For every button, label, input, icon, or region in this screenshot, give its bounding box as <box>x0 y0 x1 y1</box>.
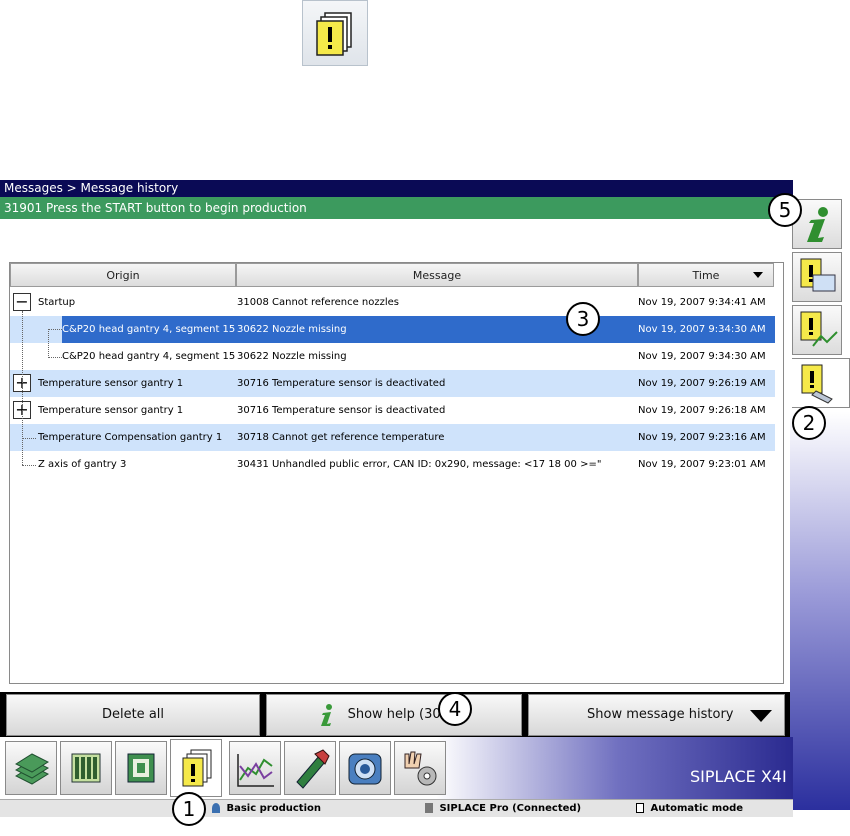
column-header-time[interactable]: Time <box>638 263 774 287</box>
table-row[interactable]: + Temperature sensor gantry 1 30716 Temp… <box>10 370 775 397</box>
row-time: Nov 19, 2007 9:23:16 AM <box>638 432 766 443</box>
row-origin: Temperature Compensation gantry 1 <box>38 432 223 443</box>
boards-icon <box>14 753 50 785</box>
mode-status: Automatic mode <box>636 800 743 817</box>
feeder-icon <box>296 749 330 789</box>
status-message: 31901 Press the START button to begin pr… <box>0 197 793 219</box>
callout-5: 5 <box>768 193 802 227</box>
message-display-tab[interactable] <box>792 252 842 302</box>
user-icon <box>212 803 220 813</box>
column-header-message[interactable]: Message <box>236 263 638 287</box>
row-time: Nov 19, 2007 9:26:18 AM <box>638 405 766 416</box>
row-origin: C&P20 head gantry 4, segment 15 <box>62 351 236 362</box>
row-time: Nov 19, 2007 9:34:30 AM <box>638 351 766 362</box>
row-message: 30622 Nozzle missing <box>237 351 347 362</box>
tree-connector <box>48 329 49 358</box>
table-row[interactable]: C&P20 head gantry 4, segment 15 30622 No… <box>10 343 775 370</box>
row-time: Nov 19, 2007 9:34:41 AM <box>638 297 766 308</box>
chart-icon <box>237 754 274 787</box>
show-help-button[interactable]: Show help (30622) <box>266 694 522 736</box>
messages-button[interactable] <box>170 739 222 797</box>
row-time: Nov 19, 2007 9:23:01 AM <box>638 459 766 470</box>
chevron-down-icon <box>750 710 772 722</box>
row-origin: Startup <box>38 297 76 308</box>
status-bar: Basic production SIPLACE Pro (Connected)… <box>0 799 793 817</box>
message-area <box>0 219 790 255</box>
setup-grid-button[interactable] <box>60 741 112 795</box>
table-row[interactable]: C&P20 head gantry 4, segment 15 30622 No… <box>62 316 775 343</box>
tree-connector <box>22 438 36 439</box>
message-history-icon <box>801 364 833 404</box>
connection-icon <box>425 803 433 813</box>
row-message: 30718 Cannot get reference temperature <box>237 432 445 443</box>
setup-grid-icon <box>71 753 101 783</box>
row-origin: Z axis of gantry 3 <box>38 459 127 470</box>
column-header-time-label: Time <box>692 269 720 282</box>
message-table: Origin Message Time − Startup 31008 Cann… <box>9 262 784 684</box>
chart-button[interactable] <box>229 741 281 795</box>
mode-status-label: Automatic mode <box>650 803 744 814</box>
callout-2: 2 <box>792 406 826 440</box>
component-button[interactable] <box>115 741 167 795</box>
table-row[interactable]: Z axis of gantry 3 30431 Unhandled publi… <box>10 451 775 478</box>
mode-icon <box>636 803 644 813</box>
connection-status-label: SIPLACE Pro (Connected) <box>439 803 582 814</box>
settings-icon <box>404 751 437 786</box>
user-status-label: Basic production <box>226 803 322 814</box>
table-row[interactable]: − Startup 31008 Cannot reference nozzles… <box>10 289 775 316</box>
feeder-button[interactable] <box>284 741 336 795</box>
delete-all-button[interactable]: Delete all <box>6 694 260 736</box>
show-history-label: Show message history <box>587 707 734 722</box>
messages-icon <box>182 749 212 787</box>
message-chart-icon <box>800 311 838 347</box>
boards-button[interactable] <box>5 741 57 795</box>
callout-4: 4 <box>438 692 472 726</box>
callout-1: 1 <box>172 792 206 826</box>
row-time: Nov 19, 2007 9:34:30 AM <box>638 324 766 335</box>
sort-arrow-icon <box>753 272 763 278</box>
table-row[interactable]: Temperature Compensation gantry 1 30718 … <box>10 424 775 451</box>
column-header-origin[interactable]: Origin <box>10 263 236 287</box>
message-history-tab[interactable] <box>792 358 850 408</box>
row-time: Nov 19, 2007 9:26:19 AM <box>638 378 766 389</box>
row-origin: Temperature sensor gantry 1 <box>38 378 184 389</box>
component-icon <box>127 753 155 783</box>
breadcrumb: Messages > Message history <box>0 180 793 197</box>
message-chart-tab[interactable] <box>792 305 842 355</box>
camera-button[interactable] <box>339 741 391 795</box>
tree-connector <box>48 357 62 358</box>
show-history-dropdown[interactable]: Show message history <box>528 694 785 736</box>
tree-connector <box>48 329 62 330</box>
callout-3: 3 <box>566 302 600 336</box>
connection-status: SIPLACE Pro (Connected) <box>425 800 581 817</box>
message-display-icon <box>800 258 836 292</box>
message-window-icon <box>302 0 368 66</box>
row-message: 30431 Unhandled public error, CAN ID: 0x… <box>237 459 602 470</box>
table-row[interactable]: + Temperature sensor gantry 1 30716 Temp… <box>10 397 775 424</box>
camera-icon <box>348 753 382 785</box>
user-status: Basic production <box>212 800 321 817</box>
row-message: 30716 Temperature sensor is deactivated <box>237 405 446 416</box>
settings-button[interactable] <box>394 741 446 795</box>
brand-label: SIPLACE X4I <box>690 767 787 786</box>
row-origin: Temperature sensor gantry 1 <box>38 405 184 416</box>
info-icon <box>321 703 333 726</box>
row-message: 30716 Temperature sensor is deactivated <box>237 378 446 389</box>
row-origin: C&P20 head gantry 4, segment 15 <box>62 324 236 335</box>
tree-connector <box>22 311 23 465</box>
tree-connector <box>22 465 36 466</box>
